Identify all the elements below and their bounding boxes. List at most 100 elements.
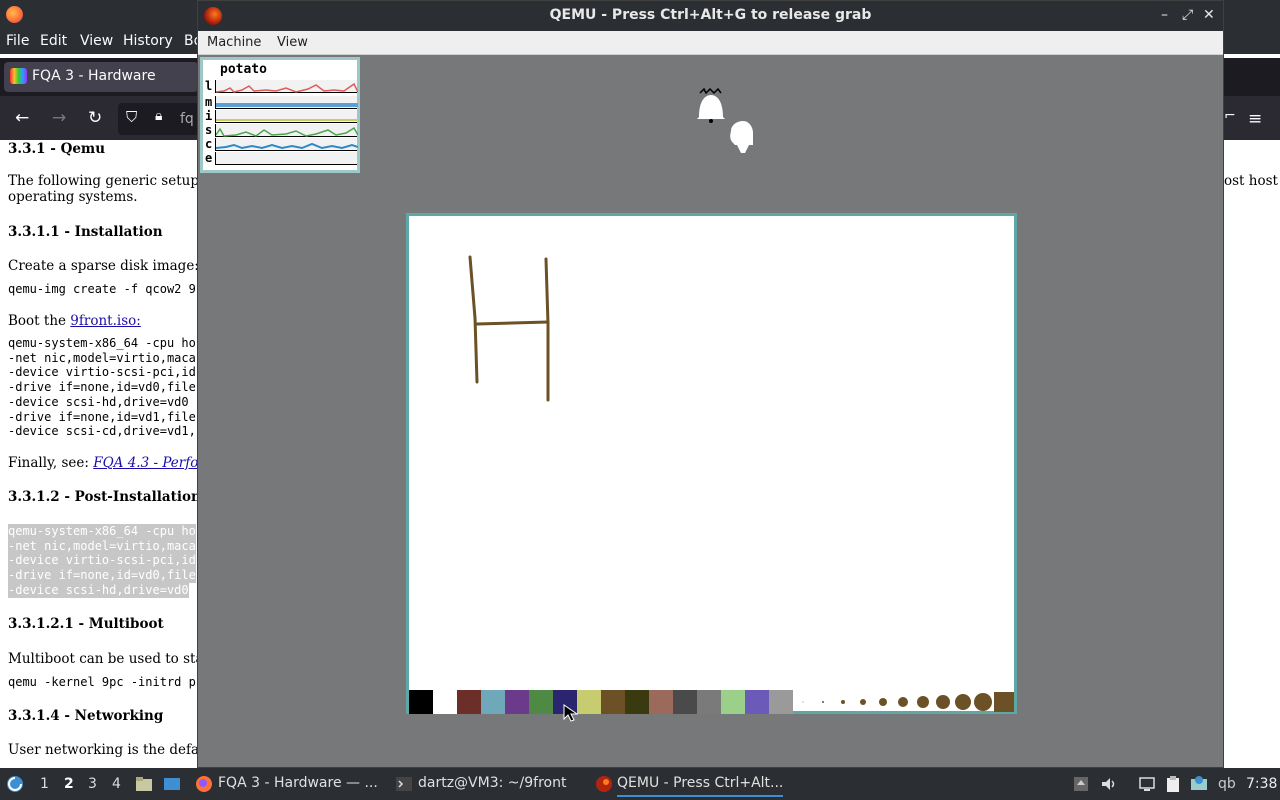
link-fqa-perf[interactable]: FQA 4.3 - Perfo xyxy=(93,455,198,471)
file-manager-icon[interactable] xyxy=(135,775,153,793)
link-9front-iso[interactable]: 9front.iso: xyxy=(70,313,141,329)
color-swatch[interactable] xyxy=(409,690,433,714)
url-text[interactable]: fq xyxy=(180,111,194,127)
code-post-install: qemu-system-x86_64 -cpu ho -net nic,mode… xyxy=(8,524,196,598)
menu-edit[interactable]: Edit xyxy=(40,33,67,49)
brush-size-option[interactable] xyxy=(860,699,866,705)
stat-label: e xyxy=(205,151,213,165)
paint-canvas[interactable] xyxy=(406,213,1017,714)
menu-machine[interactable]: Machine xyxy=(207,35,261,50)
code-multiboot: qemu -kernel 9pc -initrd p xyxy=(8,675,196,689)
color-palette[interactable] xyxy=(409,690,793,714)
lock-icon[interactable]: 🔒︎ xyxy=(155,108,162,124)
brush-size-option[interactable] xyxy=(917,696,929,708)
minimize-icon[interactable]: – xyxy=(1161,7,1168,23)
brush-size-option[interactable] xyxy=(822,701,824,703)
stat-row-ether: e xyxy=(203,151,357,166)
start-menu-icon[interactable] xyxy=(6,775,24,793)
brush-sizes[interactable] xyxy=(793,690,1014,714)
9front-favicon-icon xyxy=(10,68,27,84)
brush-size-option[interactable] xyxy=(936,695,950,709)
code-post-line: -device virtio-scsi-pci,id xyxy=(8,553,196,569)
eject-icon[interactable] xyxy=(1072,775,1090,793)
intro-text-2: operating systems. xyxy=(8,189,138,205)
brush-size-option[interactable] xyxy=(802,701,804,703)
stat-row-intr: i xyxy=(203,109,358,124)
brush-size-option[interactable] xyxy=(994,692,1014,712)
menu-history[interactable]: History xyxy=(123,33,173,49)
boot-text: Boot the 9front.iso: xyxy=(8,313,141,329)
color-swatch[interactable] xyxy=(745,690,769,714)
color-swatch[interactable] xyxy=(673,690,697,714)
code-post-line: qemu-system-x86_64 -cpu ho xyxy=(8,524,196,539)
shield-icon[interactable]: ⛉ xyxy=(126,108,137,126)
color-swatch[interactable] xyxy=(433,690,457,714)
reload-icon[interactable]: ↻ xyxy=(88,108,102,128)
taskbar-app-qemu[interactable]: QEMU - Press Ctrl+Alt... xyxy=(617,775,784,797)
terminal-icon xyxy=(396,777,412,791)
brush-size-option[interactable] xyxy=(841,700,845,704)
brush-size-option[interactable] xyxy=(974,693,992,711)
brush-size-option[interactable] xyxy=(955,694,971,710)
clock[interactable]: 7:38 xyxy=(1246,776,1277,792)
menu-file[interactable]: File xyxy=(6,33,29,49)
menu-view[interactable]: View xyxy=(80,33,113,49)
qemu-window[interactable]: QEMU - Press Ctrl+Alt+G to release grab … xyxy=(197,0,1224,768)
stat-graph-load xyxy=(215,80,359,93)
firefox-taskbar-icon xyxy=(196,776,212,792)
volume-icon[interactable] xyxy=(1100,775,1118,793)
color-swatch[interactable] xyxy=(601,690,625,714)
brush-stroke xyxy=(544,257,550,326)
color-swatch[interactable] xyxy=(769,690,793,714)
color-swatch[interactable] xyxy=(697,690,721,714)
network-icon[interactable] xyxy=(1138,775,1156,793)
forward-icon[interactable]: → xyxy=(52,108,66,128)
color-swatch[interactable] xyxy=(721,690,745,714)
workspace-3[interactable]: 3 xyxy=(88,776,97,792)
clipboard-icon[interactable] xyxy=(1164,775,1182,793)
stat-label: i xyxy=(205,109,213,123)
brush-stroke xyxy=(475,320,550,326)
color-swatch[interactable] xyxy=(505,690,529,714)
qemu-taskbar-icon xyxy=(596,776,612,792)
color-swatch[interactable] xyxy=(481,690,505,714)
stat-graph-intr xyxy=(215,110,358,123)
desktop-icon[interactable] xyxy=(163,775,181,793)
color-swatch[interactable] xyxy=(577,690,601,714)
workspace-2[interactable]: 2 xyxy=(64,776,74,792)
menu-view[interactable]: View xyxy=(277,35,308,50)
heading-qemu: 3.3.1 - Qemu xyxy=(8,141,106,157)
workspace-1[interactable]: 1 xyxy=(40,776,49,792)
close-icon[interactable]: ✕ xyxy=(1203,7,1215,23)
maximize-icon[interactable]: ⤢ xyxy=(1182,7,1193,23)
stat-row-load: l xyxy=(203,79,359,94)
heading-installation: 3.3.1.1 - Installation xyxy=(8,224,163,240)
stats-window[interactable]: potato l m i s c e xyxy=(200,57,360,173)
notification-icon[interactable] xyxy=(1190,775,1208,793)
taskbar-app-firefox[interactable]: FQA 3 - Hardware — ... xyxy=(218,775,378,797)
code-qemu-img: qemu-img create -f qcow2 9 xyxy=(8,282,196,296)
stat-label: s xyxy=(205,123,213,137)
stat-label: c xyxy=(205,137,213,151)
stat-row-ctx: c xyxy=(203,137,359,152)
intro-text-right: ost host xyxy=(1224,173,1278,189)
keyboard-layout[interactable]: qb xyxy=(1218,776,1236,792)
color-swatch[interactable] xyxy=(625,690,649,714)
code-post-line: -drive if=none,id=vd0,file xyxy=(8,568,196,583)
brush-size-option[interactable] xyxy=(879,698,887,706)
extension-icon[interactable]: ⌐ xyxy=(1224,108,1236,124)
back-icon[interactable]: ← xyxy=(15,108,29,128)
color-swatch[interactable] xyxy=(649,690,673,714)
color-swatch[interactable] xyxy=(529,690,553,714)
brush-size-option[interactable] xyxy=(898,697,908,707)
heading-multiboot: 3.3.1.2.1 - Multiboot xyxy=(8,616,164,632)
color-swatch[interactable] xyxy=(457,690,481,714)
intro-text-1: The following generic setup xyxy=(8,173,199,189)
stat-graph-ether xyxy=(215,152,357,165)
stat-label: m xyxy=(205,95,213,109)
qemu-menubar xyxy=(198,31,1223,55)
stats-title: potato xyxy=(220,62,267,77)
hamburger-menu-icon[interactable]: ≡ xyxy=(1248,109,1262,129)
taskbar-app-terminal[interactable]: dartz@VM3: ~/9front xyxy=(418,775,566,797)
workspace-4[interactable]: 4 xyxy=(112,776,121,792)
